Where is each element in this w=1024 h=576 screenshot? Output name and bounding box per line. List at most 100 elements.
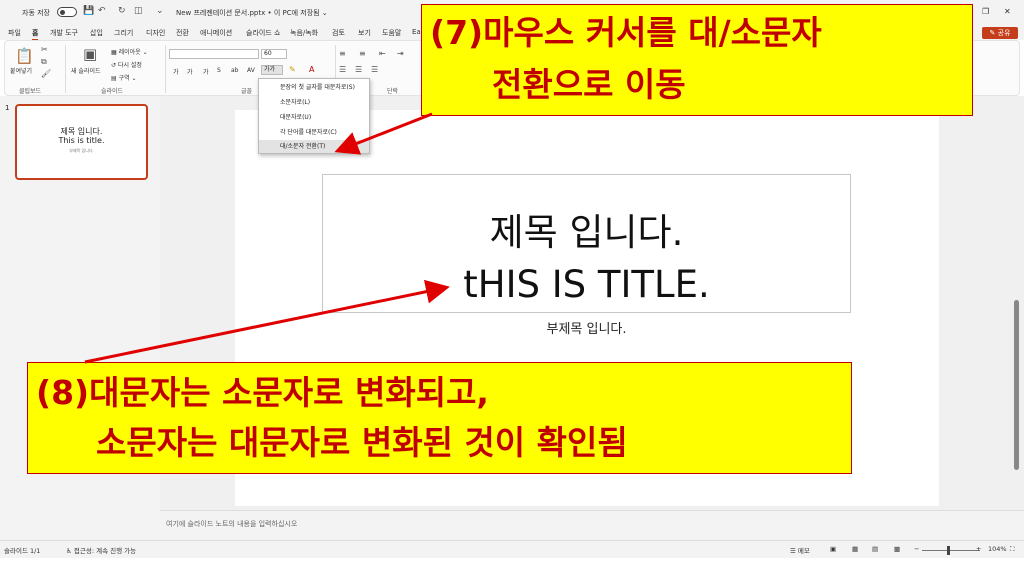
slide-title-line2: tHIS IS TITLE. <box>463 263 710 306</box>
group-clipboard: 클립보드 <box>19 88 42 95</box>
autosave-label: 자동 저장 <box>22 9 50 17</box>
status-bar: 슬라이드 1/1 ♿ 접근성: 계속 진행 가능 ☰ 메모 ▣ ▦ ▤ ▩ − … <box>0 540 1024 558</box>
new-slide-icon[interactable]: ▣ <box>83 45 97 63</box>
slide-sorter-icon[interactable]: ▦ <box>852 545 858 553</box>
tab-review[interactable]: 검토 <box>332 28 345 38</box>
notes-toggle-label: 메모 <box>797 547 810 555</box>
tab-view[interactable]: 보기 <box>358 28 371 38</box>
format-painter-icon[interactable]: 🖌 <box>41 69 51 78</box>
new-slide-label[interactable]: 새 슬라이드 <box>71 66 101 75</box>
tab-transitions[interactable]: 전환 <box>176 28 189 38</box>
layout-button[interactable]: ▦ 레이아웃 ⌄ <box>111 47 148 56</box>
slide-thumbnail[interactable]: 제목 입니다. This is title. 부제목 입니다. <box>15 104 148 180</box>
undo-icon[interactable]: ↶ <box>98 6 106 16</box>
thumb-title-line2: This is title. <box>58 136 105 145</box>
reset-button[interactable]: ↺ 다시 설정 <box>111 60 142 69</box>
change-case-button[interactable]: 가가 <box>261 65 283 75</box>
fit-slide-icon[interactable]: ⛶ <box>1010 545 1015 554</box>
menu-item-sentence-case[interactable]: 문장의 첫 글자를 대문자로(S) <box>259 81 369 94</box>
bottom-strip <box>0 558 1024 576</box>
save-icon[interactable]: 💾 <box>83 6 94 16</box>
copy-icon[interactable]: ⧉ <box>41 57 47 67</box>
thumb-subtitle: 부제목 입니다. <box>69 148 94 153</box>
strike-icon[interactable]: ab <box>231 67 239 74</box>
notes-placeholder: 여기에 슬라이드 노트의 내용을 입력하십시오 <box>166 520 298 528</box>
notes-toggle[interactable]: ☰ 메모 <box>790 545 810 555</box>
scrollbar-thumb[interactable] <box>1014 300 1019 470</box>
document-title[interactable]: New 프레젠테이션 문서.pptx • 이 PC에 저장됨 ⌄ <box>176 8 328 18</box>
accessibility-status[interactable]: ♿ 접근성: 계속 진행 가능 <box>66 545 136 555</box>
layout-label: 레이아웃 <box>118 49 141 56</box>
divider <box>165 45 166 93</box>
present-icon[interactable]: ◫ <box>134 6 143 16</box>
zoom-slider[interactable] <box>922 550 980 551</box>
increase-indent-icon[interactable]: ⇥ <box>397 49 404 58</box>
accessibility-label: 접근성: 계속 진행 가능 <box>73 547 137 555</box>
normal-view-icon[interactable]: ▣ <box>830 545 836 553</box>
tab-draw[interactable]: 그리기 <box>114 28 133 38</box>
divider <box>65 45 66 93</box>
menu-item-uppercase[interactable]: 대문자로(U) <box>259 111 369 124</box>
tab-file[interactable]: 파일 <box>8 28 21 38</box>
annotation-step-8-line2: 소문자는 대문자로 변화된 것이 확인됨 <box>96 423 628 462</box>
slide-number: 1 <box>5 104 10 112</box>
tab-record[interactable]: 녹음/녹화 <box>290 28 318 38</box>
customize-qat-icon[interactable]: ⌄ <box>156 6 164 16</box>
font-name-input[interactable] <box>169 49 259 59</box>
paste-label[interactable]: 붙여넣기 <box>10 66 32 75</box>
tab-slideshow[interactable]: 슬라이드 쇼 <box>246 28 280 38</box>
reading-view-icon[interactable]: ▤ <box>872 545 878 553</box>
group-font: 글꼴 <box>241 88 253 95</box>
annotation-step-8: (8)대문자는 소문자로 변화되고, 소문자는 대문자로 변화된 것이 확인됨 <box>27 362 852 474</box>
font-grow-icon[interactable]: 가 <box>173 67 179 76</box>
menu-item-toggle-case[interactable]: 대/소문자 전환(T) <box>259 140 369 153</box>
reset-label: 다시 설정 <box>117 62 142 69</box>
tab-help[interactable]: 도움말 <box>382 28 401 38</box>
menu-item-lowercase[interactable]: 소문자로(L) <box>259 96 369 109</box>
bullets-icon[interactable]: ≡ <box>339 49 346 58</box>
slide-title-line1: 제목 입니다. <box>489 211 684 254</box>
autosave-toggle[interactable] <box>57 7 77 17</box>
tab-design[interactable]: 디자인 <box>146 28 165 38</box>
decrease-indent-icon[interactable]: ⇤ <box>379 49 386 58</box>
section-label: 구역 <box>118 75 130 82</box>
close-icon[interactable]: ✕ <box>1004 7 1011 16</box>
redo-icon[interactable]: ↻ <box>118 6 126 16</box>
zoom-out-icon[interactable]: − <box>914 545 919 553</box>
font-size-input[interactable]: 60 <box>261 49 287 59</box>
share-label: 공유 <box>997 29 1011 37</box>
zoom-level[interactable]: 104% <box>988 545 1007 553</box>
title-placeholder[interactable]: 제목 입니다. tHIS IS TITLE. <box>322 174 851 313</box>
align-center-icon[interactable]: ☰ <box>355 65 362 74</box>
group-slides: 슬라이드 <box>101 88 124 95</box>
bold-icon[interactable]: 가 <box>203 67 209 76</box>
tab-insert[interactable]: 삽입 <box>90 28 103 38</box>
zoom-in-icon[interactable]: + <box>976 545 981 553</box>
menu-item-capitalize-each-word[interactable]: 각 단어를 대문자로(C) <box>259 126 369 139</box>
notes-pane[interactable]: 여기에 슬라이드 노트의 내용을 입력하십시오 <box>160 510 1024 540</box>
highlight-icon[interactable]: ✎ <box>289 65 296 74</box>
zoom-slider-thumb[interactable] <box>947 546 950 555</box>
restore-icon[interactable]: ❐ <box>982 7 989 16</box>
italic-icon[interactable]: S <box>217 67 221 74</box>
font-shrink-icon[interactable]: 가 <box>187 67 193 76</box>
slide-subtitle[interactable]: 부제목 입니다. <box>322 318 851 337</box>
align-left-icon[interactable]: ☰ <box>339 65 346 74</box>
annotation-step-8-line1: (8)대문자는 소문자로 변화되고, <box>36 373 489 412</box>
tab-extra[interactable]: Ea <box>412 28 421 36</box>
font-color-icon[interactable]: A <box>309 65 314 74</box>
slide-count: 슬라이드 1/1 <box>4 547 41 555</box>
share-button[interactable]: ✎ 공유 <box>982 27 1018 39</box>
numbering-icon[interactable]: ≡ <box>359 49 366 58</box>
group-paragraph: 단락 <box>387 88 399 95</box>
annotation-step-7-line1: (7)마우스 커서를 대/소문자 <box>430 13 822 52</box>
annotation-step-7-line2: 전환으로 이동 <box>492 65 686 104</box>
tab-developer[interactable]: 개발 도구 <box>50 28 78 38</box>
spacing-icon[interactable]: AV <box>247 67 255 74</box>
slideshow-icon[interactable]: ▩ <box>894 545 900 553</box>
tab-animations[interactable]: 애니메이션 <box>200 28 232 38</box>
paste-icon[interactable]: 📋 <box>15 47 34 65</box>
section-button[interactable]: ▤ 구역 ⌄ <box>111 73 137 82</box>
align-right-icon[interactable]: ☰ <box>371 65 378 74</box>
cut-icon[interactable]: ✂ <box>41 45 48 54</box>
